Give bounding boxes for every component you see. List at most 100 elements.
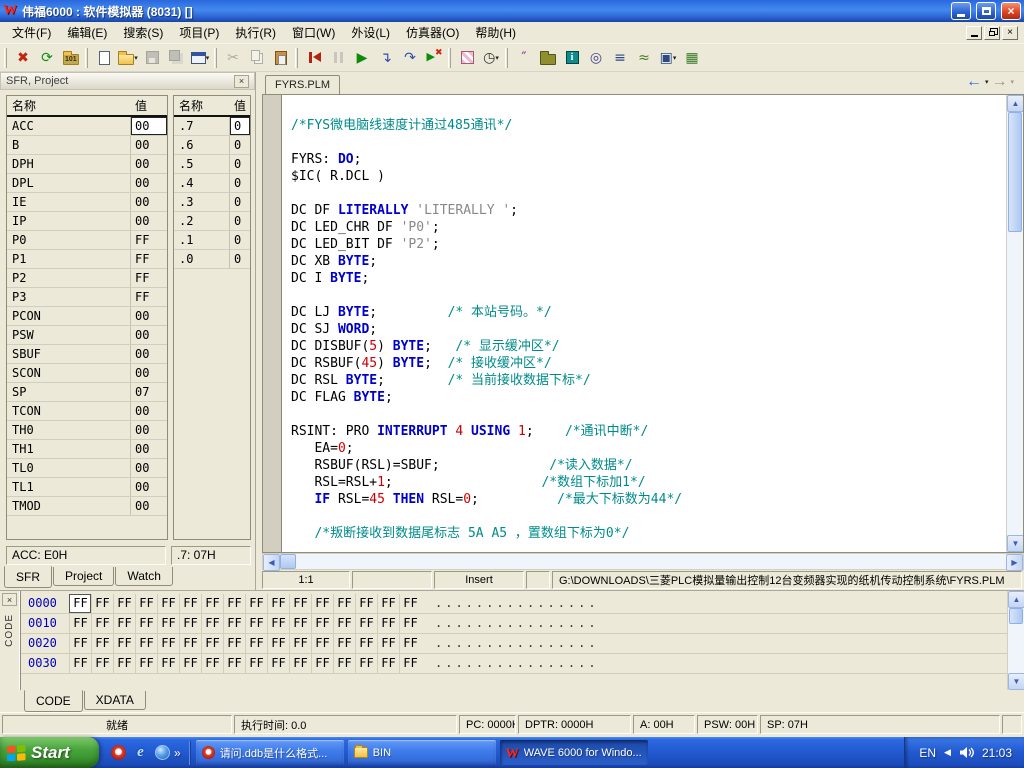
hex-byte[interactable]: FF — [355, 654, 377, 673]
hex-byte[interactable]: FF — [399, 614, 421, 633]
hex-byte[interactable]: FF — [245, 634, 267, 653]
hex-byte[interactable]: FF — [289, 614, 311, 633]
hex-byte[interactable]: FF — [69, 614, 91, 633]
step-over-button[interactable]: ↷ — [398, 46, 422, 70]
hex-byte[interactable]: FF — [311, 654, 333, 673]
hex-byte[interactable]: FF — [355, 594, 377, 613]
stop-reset-button[interactable] — [422, 46, 446, 70]
hex-byte[interactable]: FF — [289, 654, 311, 673]
sfr-row-P2[interactable]: P2FF — [7, 269, 167, 288]
open-file-button[interactable]: ▾ — [116, 46, 140, 70]
list-window-button[interactable]: ≡ — [608, 46, 632, 70]
hex-byte[interactable]: FF — [91, 654, 113, 673]
hex-byte[interactable]: FF — [135, 594, 157, 613]
hex-byte[interactable]: FF — [157, 634, 179, 653]
hex-byte[interactable]: FF — [179, 594, 201, 613]
sfr-row-PSW[interactable]: PSW00 — [7, 326, 167, 345]
hex-byte[interactable]: FF — [377, 634, 399, 653]
info-window-button[interactable] — [560, 46, 584, 70]
sfr-row-IP[interactable]: IP00 — [7, 212, 167, 231]
toolbar-grip[interactable] — [295, 48, 298, 68]
hex-byte[interactable]: FF — [267, 594, 289, 613]
menu-item-window[interactable]: 窗口(W) — [284, 21, 343, 44]
tab-sfr[interactable]: SFR — [4, 566, 52, 588]
sfr-row-TL1[interactable]: TL100 — [7, 478, 167, 497]
hex-byte[interactable]: FF — [135, 614, 157, 633]
sfr-row-SP[interactable]: SP07 — [7, 383, 167, 402]
sfr-row-TH0[interactable]: TH000 — [7, 421, 167, 440]
bit-row-.2[interactable]: .20 — [174, 212, 250, 231]
sfr-row-PCON[interactable]: PCON00 — [7, 307, 167, 326]
hex-byte[interactable]: FF — [113, 634, 135, 653]
hex-byte[interactable]: FF — [333, 594, 355, 613]
hex-byte[interactable]: FF — [399, 594, 421, 613]
windows-cascade-button[interactable]: ▣▾ — [656, 46, 680, 70]
vscroll-thumb[interactable] — [1009, 608, 1023, 624]
editor-hscroll[interactable]: ◀ ▶ — [262, 553, 1024, 570]
bit-row-.5[interactable]: .50 — [174, 155, 250, 174]
paste-button[interactable] — [269, 46, 293, 70]
hex-byte[interactable]: FF — [157, 654, 179, 673]
hex-byte[interactable]: FF — [245, 594, 267, 613]
hex-byte[interactable]: FF — [355, 634, 377, 653]
menu-item-edit[interactable]: 编辑(E) — [59, 21, 115, 44]
hex-byte[interactable]: FF — [399, 634, 421, 653]
hex-byte[interactable]: FF — [157, 614, 179, 633]
project-window-button[interactable] — [536, 46, 560, 70]
hex-byte[interactable]: FF — [179, 634, 201, 653]
run-button[interactable]: ▶ — [350, 46, 374, 70]
sfr-row-TCON[interactable]: TCON00 — [7, 402, 167, 421]
menu-item-search[interactable]: 搜索(S) — [115, 21, 171, 44]
menu-item-project[interactable]: 项目(P) — [171, 21, 227, 44]
hex-byte[interactable]: FF — [201, 634, 223, 653]
mdi-minimize-button[interactable] — [966, 26, 982, 40]
hex-byte[interactable]: FF — [223, 614, 245, 633]
hex-byte[interactable]: FF — [113, 594, 135, 613]
taskbar-task-bin-folder[interactable]: BIN — [348, 740, 496, 765]
hex-byte[interactable]: FF — [91, 634, 113, 653]
tab-project[interactable]: Project — [53, 567, 114, 586]
timer-button[interactable]: ◷▾ — [479, 46, 503, 70]
hex-byte[interactable]: FF — [91, 614, 113, 633]
scroll-up-icon[interactable]: ▲ — [1007, 95, 1024, 112]
tab-watch[interactable]: Watch — [115, 567, 173, 586]
compile-button[interactable] — [59, 46, 83, 70]
hex-byte[interactable]: FF — [289, 634, 311, 653]
hex-byte[interactable]: FF — [179, 654, 201, 673]
hex-byte[interactable]: FF — [245, 654, 267, 673]
bit-row-.7[interactable]: .70 — [174, 117, 250, 136]
memory-close-button[interactable]: × — [2, 593, 17, 606]
sfr-row-IE[interactable]: IE00 — [7, 193, 167, 212]
hscroll-thumb[interactable] — [280, 554, 296, 569]
sfr-row-B[interactable]: B00 — [7, 136, 167, 155]
bit-row-.4[interactable]: .40 — [174, 174, 250, 193]
hex-byte[interactable]: FF — [333, 654, 355, 673]
maximize-button[interactable] — [976, 2, 996, 20]
hex-byte[interactable]: FF — [311, 614, 333, 633]
menu-item-peripheral[interactable]: 外设(L) — [343, 21, 398, 44]
tab-xdata[interactable]: XDATA — [84, 691, 146, 710]
mdi-restore-button[interactable] — [984, 26, 1000, 40]
volume-icon[interactable] — [959, 746, 974, 759]
hex-byte[interactable]: FF — [377, 594, 399, 613]
scroll-right-icon[interactable]: ▶ — [1006, 554, 1023, 571]
sfr-row-DPL[interactable]: DPL00 — [7, 174, 167, 193]
editor-vscroll[interactable]: ▲ ▼ — [1006, 95, 1023, 552]
hex-byte[interactable]: FF — [267, 654, 289, 673]
hex-byte[interactable]: FF — [333, 634, 355, 653]
hide-icons-arrow-icon[interactable]: ◀ — [944, 747, 951, 758]
step-into-button[interactable]: ↴ — [374, 46, 398, 70]
halt-tool-button[interactable]: ✖ — [11, 46, 35, 70]
bit-row-.0[interactable]: .00 — [174, 250, 250, 269]
ie-icon[interactable]: e — [133, 745, 148, 760]
toolbar-grip[interactable] — [4, 48, 7, 68]
hex-byte[interactable]: FF — [267, 614, 289, 633]
memory-window-button[interactable]: ▦ — [680, 46, 704, 70]
taskbar-task-wave6000[interactable]: WWAVE 6000 for Windo... — [500, 740, 648, 765]
globe-icon[interactable] — [155, 745, 170, 760]
sfr-row-P0[interactable]: P0FF — [7, 231, 167, 250]
memory-vscroll[interactable]: ▲ ▼ — [1007, 591, 1024, 690]
breakpoint-button[interactable] — [455, 46, 479, 70]
hex-byte[interactable]: FF — [157, 594, 179, 613]
menu-item-emulator[interactable]: 仿真器(O) — [398, 21, 467, 44]
